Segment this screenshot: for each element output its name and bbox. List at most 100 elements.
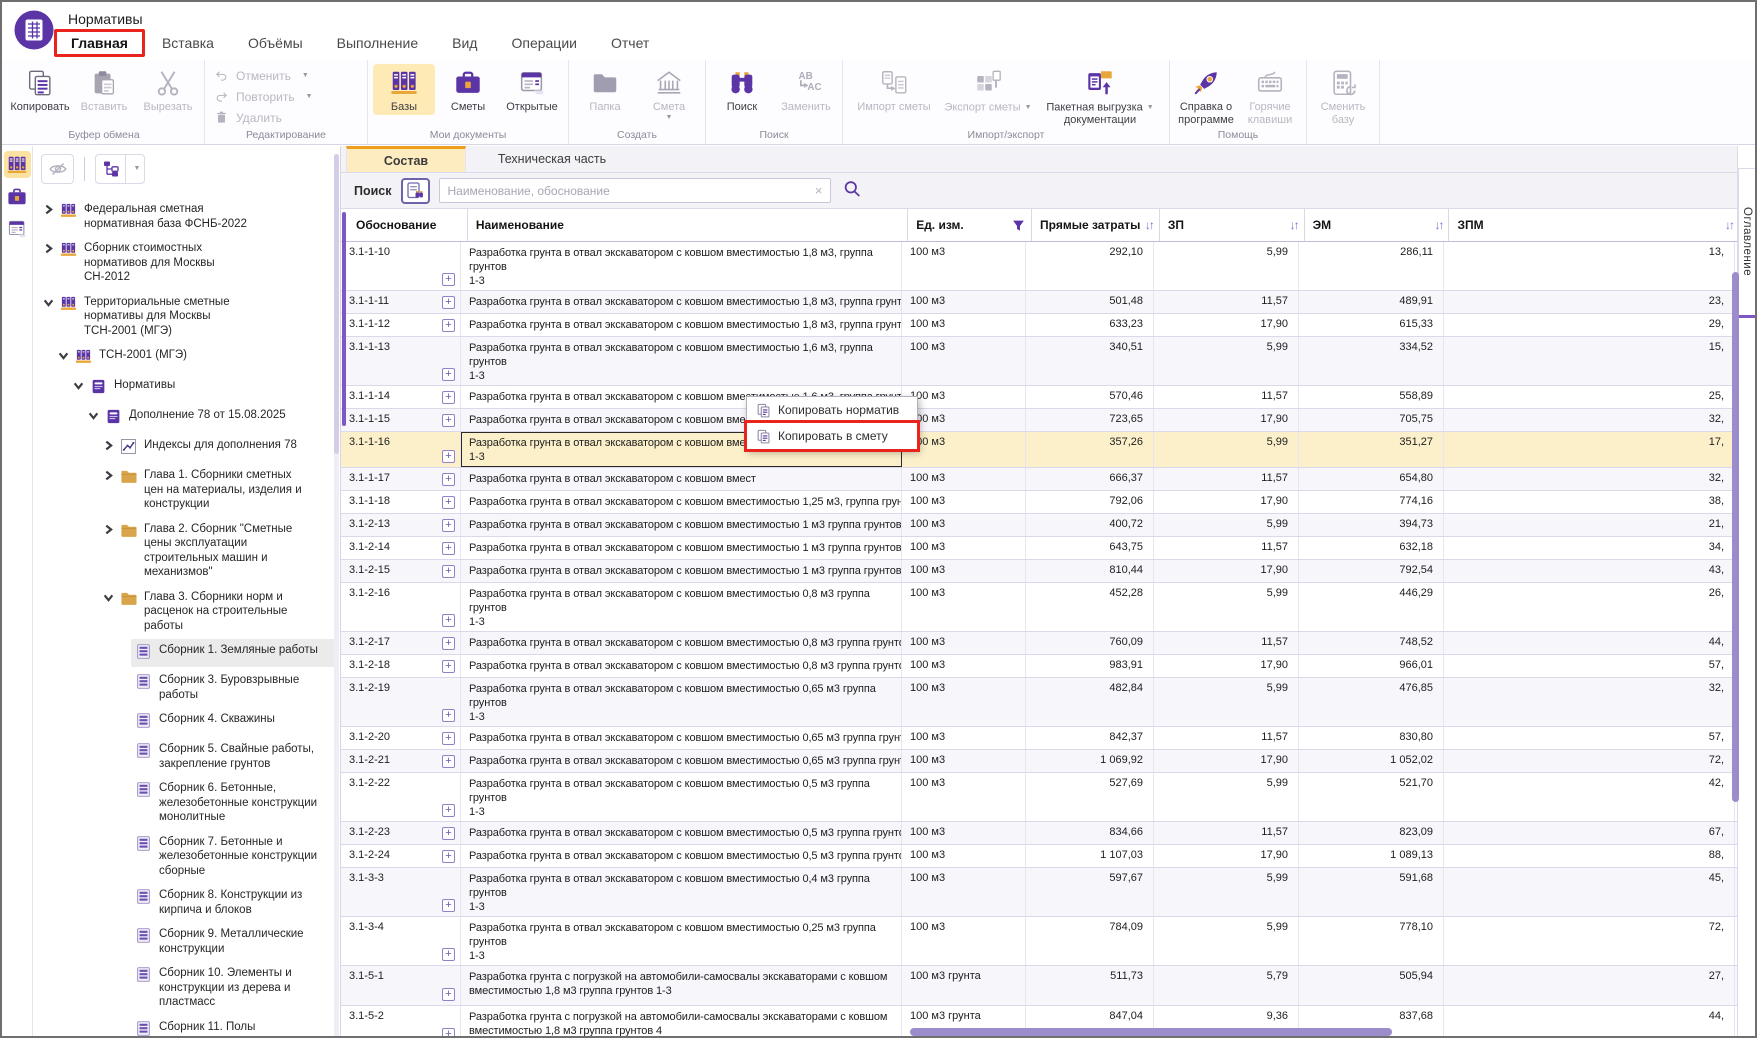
expand-plus-icon[interactable]: +: [442, 319, 455, 332]
chevron-right-icon[interactable]: [101, 524, 116, 535]
menu-tab-insert[interactable]: Вставка: [145, 29, 231, 57]
chevron-right-icon[interactable]: [101, 440, 116, 451]
tree-item-16[interactable]: Сборник 7. Бетонные и железобетонные кон…: [37, 831, 336, 883]
tree-item-8[interactable]: Глава 1. Сборники сметных цен на материа…: [37, 464, 336, 516]
tree-item-9[interactable]: Глава 2. Сборник "Сметные цены эксплуата…: [37, 518, 336, 584]
rail-bases[interactable]: [4, 151, 31, 178]
column-header-obosnovanie[interactable]: Обоснование: [348, 209, 468, 241]
ribbon-button-search[interactable]: Поиск: [711, 64, 773, 115]
toc-tab[interactable]: Оглавление: [1738, 168, 1755, 318]
sort-icon[interactable]: ↓↑: [1145, 218, 1153, 232]
menu-tab-report[interactable]: Отчет: [594, 29, 666, 57]
column-header-name[interactable]: Наименование: [468, 209, 908, 241]
chevron-right-icon[interactable]: [41, 204, 56, 215]
column-header-direct-costs[interactable]: Прямые затраты↓↑: [1032, 209, 1160, 241]
table-row-3.1-1-14[interactable]: 3.1-1-14+Разработка грунта в отвал экска…: [341, 386, 1740, 409]
table-row-3.1-1-11[interactable]: 3.1-1-11+Разработка грунта в отвал экска…: [341, 291, 1740, 314]
expand-plus-icon[interactable]: +: [442, 850, 455, 863]
sort-icon[interactable]: ↓↑: [1434, 218, 1442, 232]
expand-plus-icon[interactable]: +: [442, 496, 455, 509]
tree-item-13[interactable]: Сборник 4. Скважины: [37, 708, 336, 736]
expand-plus-icon[interactable]: +: [442, 368, 455, 381]
tree-item-18[interactable]: Сборник 9. Металлические конструкции: [37, 923, 336, 960]
table-row-3.1-3-3[interactable]: 3.1-3-3+Разработка грунта в отвал экскав…: [341, 868, 1740, 917]
tree-item-17[interactable]: Сборник 8. Конструкции из кирпича и блок…: [37, 884, 336, 921]
table-row-3.1-1-12[interactable]: 3.1-1-12+Разработка грунта в отвал экска…: [341, 314, 1740, 337]
column-header-zp[interactable]: ЗП↓↑: [1160, 209, 1305, 241]
table-row-3.1-1-10[interactable]: 3.1-1-10+Разработка грунта в отвал экска…: [341, 242, 1740, 291]
table-row-3.1-5-1[interactable]: 3.1-5-1+Разработка грунта с погрузкой на…: [341, 966, 1740, 1006]
expand-plus-icon[interactable]: +: [442, 565, 455, 578]
rail-opened[interactable]: [4, 215, 31, 242]
clear-search-icon[interactable]: ×: [815, 184, 823, 197]
expand-plus-icon[interactable]: +: [442, 273, 455, 286]
rail-estimates[interactable]: [4, 183, 31, 210]
chevron-down-icon[interactable]: [56, 350, 71, 361]
menu-tab-operations[interactable]: Операции: [494, 29, 594, 57]
column-header-unit[interactable]: Ед. изм.: [908, 209, 1032, 241]
table-row-3.1-2-15[interactable]: 3.1-2-15+Разработка грунта в отвал экска…: [341, 560, 1740, 583]
vertical-scrollbar-thumb[interactable]: [1732, 272, 1739, 802]
chevron-down-icon[interactable]: [41, 297, 56, 308]
column-header-zpm[interactable]: ЗПМ↓↑: [1449, 209, 1740, 241]
chevron-down-icon[interactable]: [101, 592, 116, 603]
expand-plus-icon[interactable]: +: [442, 660, 455, 673]
expand-plus-icon[interactable]: +: [442, 732, 455, 745]
menu-tab-volumes[interactable]: Объёмы: [231, 29, 320, 57]
tree-item-5[interactable]: Нормативы: [37, 374, 336, 402]
context-menu-item-copy-to-estimate[interactable]: Копировать в смету: [747, 423, 917, 449]
chevron-right-icon[interactable]: [41, 243, 56, 254]
tree-item-3[interactable]: Территориальные сметные нормативы для Мо…: [37, 291, 336, 343]
tree-item-19[interactable]: Сборник 10. Элементы и конструкции из де…: [37, 962, 336, 1014]
tree-view-mode-button[interactable]: ▼: [95, 154, 145, 184]
chevron-right-icon[interactable]: [101, 470, 116, 481]
table-row-3.1-1-13[interactable]: 3.1-1-13+Разработка грунта в отвал экска…: [341, 337, 1740, 386]
tree-item-10[interactable]: Глава 3. Сборники норм и расценок на стр…: [37, 586, 336, 638]
tab-technical-part[interactable]: Техническая часть: [466, 146, 638, 172]
expand-plus-icon[interactable]: +: [442, 473, 455, 486]
expand-plus-icon[interactable]: +: [442, 1028, 455, 1036]
table-row-3.1-2-20[interactable]: 3.1-2-20+Разработка грунта в отвал экска…: [341, 727, 1740, 750]
column-header-em[interactable]: ЭМ↓↑: [1305, 209, 1450, 241]
tree-item-6[interactable]: Дополнение 78 от 15.08.2025: [37, 404, 336, 432]
search-input[interactable]: [440, 184, 830, 198]
tree-item-11[interactable]: Сборник 1. Земляные работы: [37, 639, 336, 667]
expand-plus-icon[interactable]: +: [442, 804, 455, 817]
chevron-down-icon[interactable]: ▼: [134, 165, 141, 172]
expand-plus-icon[interactable]: +: [442, 948, 455, 961]
search-in-document-button[interactable]: [401, 178, 430, 204]
expand-plus-icon[interactable]: +: [442, 391, 455, 404]
expand-plus-icon[interactable]: +: [442, 450, 455, 463]
filter-icon[interactable]: [1012, 219, 1025, 232]
expand-plus-icon[interactable]: +: [442, 296, 455, 309]
table-row-3.1-2-14[interactable]: 3.1-2-14+Разработка грунта в отвал экска…: [341, 537, 1740, 560]
expand-plus-icon[interactable]: +: [442, 542, 455, 555]
table-row-3.1-1-17[interactable]: 3.1-1-17+Разработка грунта в отвал экска…: [341, 468, 1740, 491]
table-row-3.1-1-16[interactable]: 3.1-1-16+Разработка грунта в отвал экска…: [341, 432, 1740, 468]
tree-item-2[interactable]: Сборник стоимостных нормативов для Москв…: [37, 237, 336, 289]
table-row-3.1-2-16[interactable]: 3.1-2-16+Разработка грунта в отвал экска…: [341, 583, 1740, 632]
ribbon-button-bases[interactable]: Базы: [373, 64, 435, 115]
table-row-3.1-2-21[interactable]: 3.1-2-21+Разработка грунта в отвал экска…: [341, 750, 1740, 773]
tree-item-7[interactable]: Индексы для дополнения 78: [37, 434, 336, 462]
tab-composition[interactable]: Состав: [346, 146, 466, 172]
ribbon-button-batch-export[interactable]: Пакетная выгрузка▼документации: [1036, 64, 1164, 128]
table-row-3.1-1-18[interactable]: 3.1-1-18+Разработка грунта в отвал экска…: [341, 491, 1740, 514]
chevron-down-icon[interactable]: [71, 380, 86, 391]
ribbon-button-about[interactable]: Справка о программе: [1175, 64, 1237, 128]
expand-plus-icon[interactable]: +: [442, 637, 455, 650]
ribbon-button-opened[interactable]: Открытые: [501, 64, 563, 115]
table-row-3.1-2-17[interactable]: 3.1-2-17+Разработка грунта в отвал экска…: [341, 632, 1740, 655]
chevron-down-icon[interactable]: [86, 410, 101, 421]
table-row-3.1-2-24[interactable]: 3.1-2-24+Разработка грунта в отвал экска…: [341, 845, 1740, 868]
menu-tab-view[interactable]: Вид: [435, 29, 494, 57]
tree-item-20[interactable]: Сборник 11. Полы: [37, 1016, 336, 1037]
menu-tab-execution[interactable]: Выполнение: [320, 29, 435, 57]
expand-plus-icon[interactable]: +: [442, 988, 455, 1001]
table-row-3.1-2-18[interactable]: 3.1-2-18+Разработка грунта в отвал экска…: [341, 655, 1740, 678]
sort-icon[interactable]: ↓↑: [1290, 218, 1298, 232]
tree-item-14[interactable]: Сборник 5. Свайные работы, закрепление г…: [37, 738, 336, 775]
expand-plus-icon[interactable]: +: [442, 614, 455, 627]
horizontal-scrollbar-thumb[interactable]: [910, 1028, 1392, 1036]
context-menu-item-copy-normative[interactable]: Копировать норматив: [747, 397, 917, 423]
